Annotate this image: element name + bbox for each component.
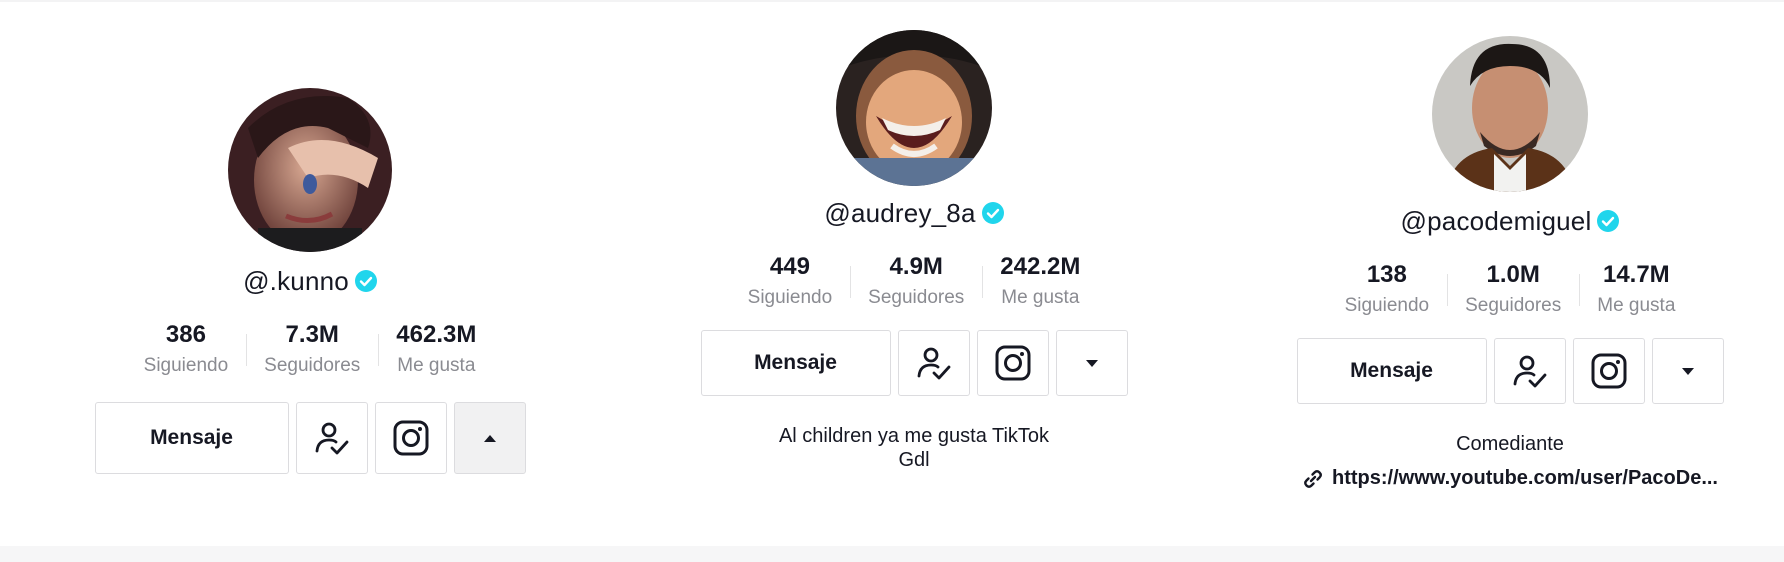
bio-line: Comediante bbox=[1456, 433, 1564, 455]
stat-label: Seguidores bbox=[868, 287, 965, 308]
stat-likes: 242.2M Me gusta bbox=[982, 252, 1098, 310]
stat-label: Me gusta bbox=[397, 355, 476, 376]
message-button[interactable]: Mensaje bbox=[1296, 338, 1487, 404]
profile-handle: @pacodemiguel bbox=[1400, 205, 1592, 236]
instagram-button[interactable] bbox=[1572, 338, 1645, 404]
stat-value: 1.0M bbox=[1486, 261, 1540, 288]
stats-row: 138 Siguiendo 1.0M Seguidores 14.7M Me g… bbox=[1290, 260, 1730, 318]
avatar[interactable] bbox=[1432, 36, 1588, 192]
message-button[interactable]: Mensaje bbox=[94, 402, 289, 474]
bio-line: Al children ya me gusta TikTok bbox=[778, 425, 1050, 447]
stat-followers[interactable]: 7.3M Seguidores bbox=[246, 320, 378, 378]
profile-bio: Al children ya me gusta TikTok Gdl bbox=[694, 424, 1134, 472]
top-divider bbox=[0, 0, 1784, 2]
instagram-icon bbox=[1591, 353, 1626, 389]
caret-down-icon bbox=[1085, 360, 1098, 367]
profile-link-text[interactable]: https://www.youtube.com/user/PacoDe... bbox=[1332, 467, 1718, 490]
stat-label: Seguidores bbox=[264, 355, 361, 376]
stat-value: 4.9M bbox=[889, 253, 943, 280]
suggested-accounts-toggle[interactable] bbox=[1055, 330, 1128, 396]
stat-following[interactable]: 449 Siguiendo bbox=[730, 252, 851, 310]
bottom-divider bbox=[0, 546, 1784, 562]
verified-badge-icon bbox=[1597, 210, 1620, 232]
stat-value: 7.3M bbox=[285, 321, 339, 348]
message-button[interactable]: Mensaje bbox=[700, 330, 891, 396]
suggested-accounts-toggle[interactable] bbox=[1651, 338, 1724, 404]
link-icon bbox=[1304, 469, 1322, 488]
avatar-image-audrey bbox=[836, 30, 992, 186]
avatar-image-pacodemiguel bbox=[1432, 36, 1588, 192]
action-buttons: Mensaje bbox=[694, 330, 1134, 396]
verified-badge-icon bbox=[981, 202, 1004, 224]
stat-followers[interactable]: 4.9M Seguidores bbox=[850, 252, 982, 310]
bio-line: Gdl bbox=[898, 449, 930, 471]
stat-value: 386 bbox=[165, 321, 206, 348]
stat-value: 14.7M bbox=[1602, 261, 1670, 288]
stats-row: 386 Siguiendo 7.3M Seguidores 462.3M Me … bbox=[90, 320, 530, 378]
profile-card-audrey: @audrey_8a 449 Siguiendo 4.9M Seguidores… bbox=[694, 30, 1134, 472]
profile-link[interactable]: https://www.youtube.com/user/PacoDe... bbox=[1290, 467, 1730, 490]
stat-likes: 14.7M Me gusta bbox=[1579, 260, 1693, 318]
stat-label: Siguiendo bbox=[1344, 295, 1430, 316]
profile-handle: @audrey_8a bbox=[824, 197, 976, 228]
avatar-image-kunno bbox=[228, 88, 392, 252]
following-button[interactable] bbox=[897, 330, 970, 396]
stat-following[interactable]: 386 Siguiendo bbox=[126, 320, 247, 378]
caret-up-icon bbox=[483, 435, 496, 442]
instagram-button[interactable] bbox=[374, 402, 447, 474]
stat-value: 242.2M bbox=[1000, 253, 1081, 280]
stat-following[interactable]: 138 Siguiendo bbox=[1327, 260, 1448, 318]
avatar[interactable] bbox=[836, 30, 992, 186]
profile-card-kunno: @.kunno 386 Siguiendo 7.3M Seguidores 46… bbox=[90, 88, 530, 474]
stat-label: Me gusta bbox=[1597, 295, 1676, 316]
stat-value: 449 bbox=[769, 253, 810, 280]
action-buttons: Mensaje bbox=[1290, 338, 1730, 404]
profile-handle: @.kunno bbox=[243, 265, 349, 296]
stat-value: 462.3M bbox=[396, 321, 477, 348]
user-check-icon bbox=[315, 422, 348, 455]
stat-label: Siguiendo bbox=[143, 355, 229, 376]
stat-label: Seguidores bbox=[1465, 295, 1562, 316]
following-button[interactable] bbox=[295, 402, 368, 474]
suggested-accounts-toggle[interactable] bbox=[453, 402, 526, 474]
stat-likes: 462.3M Me gusta bbox=[378, 320, 494, 378]
stat-label: Siguiendo bbox=[747, 287, 833, 308]
caret-down-icon bbox=[1681, 368, 1694, 375]
instagram-icon bbox=[393, 420, 428, 456]
verified-badge-icon bbox=[354, 270, 377, 292]
instagram-icon bbox=[995, 345, 1030, 381]
action-buttons: Mensaje bbox=[90, 402, 530, 474]
user-check-icon bbox=[1513, 355, 1546, 388]
user-check-icon bbox=[917, 347, 950, 380]
following-button[interactable] bbox=[1493, 338, 1566, 404]
profile-card-pacodemiguel: @pacodemiguel 138 Siguiendo 1.0M Seguido… bbox=[1290, 36, 1730, 490]
avatar[interactable] bbox=[228, 88, 392, 252]
stat-label: Me gusta bbox=[1001, 287, 1080, 308]
stat-value: 138 bbox=[1366, 261, 1407, 288]
instagram-button[interactable] bbox=[976, 330, 1049, 396]
stat-followers[interactable]: 1.0M Seguidores bbox=[1447, 260, 1579, 318]
stats-row: 449 Siguiendo 4.9M Seguidores 242.2M Me … bbox=[694, 252, 1134, 310]
profile-bio: Comediante bbox=[1290, 432, 1730, 456]
